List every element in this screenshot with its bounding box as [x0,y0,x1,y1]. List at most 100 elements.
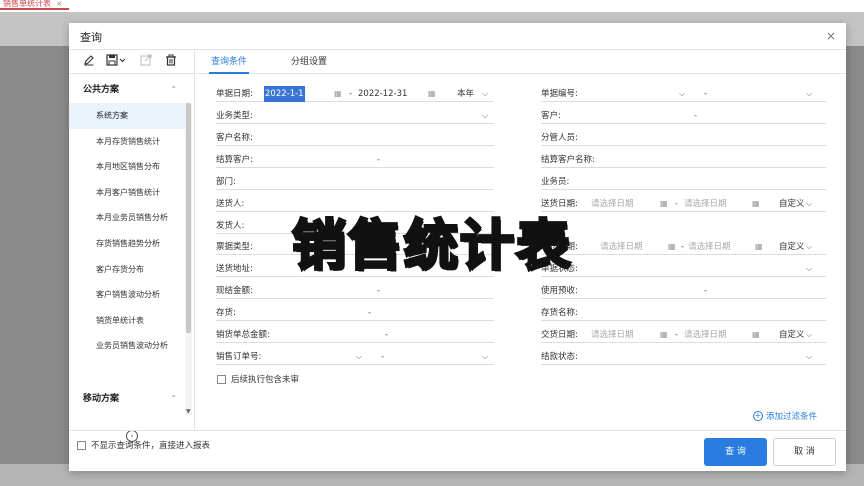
skip-query-option[interactable]: 不显示查询条件，直接进入报表 [77,439,210,451]
calendar-icon[interactable]: ▦ [660,196,668,212]
period-select[interactable]: 自定义 [779,196,805,212]
field-label: 业务员: [541,177,570,187]
save-icon[interactable] [105,54,127,70]
plus-circle-icon: + [753,411,763,421]
settlement-customer-name-field[interactable]: 结算客户名称: [541,152,826,168]
payment-status-field[interactable]: 结款状态: ⌵ [541,349,826,365]
date-to-input[interactable]: 请选择日期 [688,239,731,255]
doc-number-field[interactable]: 单据编号: ⌵ - ⌵ [541,86,826,102]
query-button[interactable]: 查 询 [704,438,767,466]
range-dash: - [704,286,708,296]
include-unaudited-option[interactable]: 后续执行包含未审 [217,372,299,386]
calendar-icon[interactable]: ▦ [660,327,668,343]
delivery-date-field[interactable]: 送货日期: 请选择日期 ▦ - 请选择日期 ▦ 自定义 ⌵ [541,196,826,212]
include-unaudited-checkbox[interactable] [217,374,226,384]
calendar-icon[interactable]: ▦ [752,196,760,212]
chevron-down-icon[interactable]: ⌵ [482,86,488,102]
plan-item[interactable]: 客户存货分布 [69,257,185,283]
date-from-input[interactable]: 2022-1-1 [264,86,305,102]
close-icon[interactable]: × [56,0,63,8]
chevron-down-icon[interactable]: ⌵ [806,86,812,102]
field-label: 业务类型: [216,111,253,121]
chevron-down-icon[interactable]: ⌵ [806,196,812,212]
overlay-caption: 销售统计表 [291,212,572,278]
business-type-field[interactable]: 业务类型: ⌵ [216,108,494,124]
calendar-icon[interactable]: ▦ [428,86,436,102]
customer-name-field[interactable]: 客户名称: [216,130,494,146]
total-amount-field[interactable]: 销货单总金额: - [216,327,494,343]
trash-icon[interactable] [163,54,179,70]
date-to-input[interactable]: 2022-12-31 [358,86,407,102]
customer-field[interactable]: 客户: - [541,108,826,124]
tab-group-settings[interactable]: 分组设置 [289,50,329,74]
plan-item[interactable]: 销货单统计表 [69,308,185,334]
audit-date-field[interactable]: 审核日期: 请选择日期 ▦ - 请选择日期 ▦ 自定义 ⌵ [541,239,826,255]
public-plans-header[interactable]: 公共方案 ⌃ [69,79,185,101]
date-from-input[interactable]: 请选择日期 [591,327,634,343]
sales-order-no-field[interactable]: 销售订单号: ⌵ - ⌵ [216,349,494,365]
period-select[interactable]: 本年 [457,86,474,102]
salesperson-field[interactable]: 业务员: [541,174,826,190]
settlement-customer-field[interactable]: 结算客户: - [216,152,494,168]
doc-date-field[interactable]: 单据日期: 2022-1-1 ▦ - 2022-12-31 ▦ 本年 ⌵ [216,86,494,102]
calendar-icon[interactable]: ▦ [668,239,676,255]
manager-field[interactable]: 分管人员: [541,130,826,146]
date-to-input[interactable]: 请选择日期 [684,196,727,212]
use-prepayment-field[interactable]: 使用预收: - [541,283,826,299]
chevron-down-icon[interactable]: ⌵ [806,239,812,255]
inventory-field[interactable]: 存货: - [216,305,494,321]
plan-item[interactable]: 业务员销售波动分析 [69,333,185,359]
app-tab[interactable]: 销售单统计表 × [0,0,69,10]
pencil-icon[interactable] [81,54,97,70]
period-select[interactable]: 自定义 [779,239,805,255]
plan-item[interactable]: 客户销售波动分析 [69,282,185,308]
range-dash: - [349,89,353,99]
date-from-input[interactable]: 请选择日期 [591,196,634,212]
date-from-input[interactable]: 请选择日期 [600,239,643,255]
field-label: 发货人: [216,221,245,231]
range-dash: - [381,352,385,362]
chevron-down-icon[interactable]: ⌵ [806,327,812,343]
delivery-due-date-field[interactable]: 交货日期: 请选择日期 ▦ - 请选择日期 ▦ 自定义 ⌵ [541,327,826,343]
department-field[interactable]: 部门: [216,174,494,190]
calendar-icon[interactable]: ▦ [755,239,763,255]
field-label: 现结金额: [216,286,253,296]
scroll-thumb[interactable] [186,103,191,333]
cancel-button[interactable]: 取 消 [773,438,836,466]
plan-item-system[interactable]: 系统方案 [69,103,185,129]
period-select[interactable]: 自定义 [779,327,805,343]
plan-scrollbar[interactable]: ▼ [185,103,192,415]
calendar-icon[interactable]: ▦ [334,86,342,102]
plan-item[interactable]: 本月地区销售分布 [69,154,185,180]
inventory-name-field[interactable]: 存货名称: [541,305,826,321]
chevron-down-icon[interactable]: ⌵ [482,108,488,124]
scroll-down-icon[interactable]: ▼ [186,408,191,415]
field-label: 送货人: [216,199,245,209]
chevron-down-icon[interactable]: ⌵ [482,349,488,365]
field-label: 送货地址: [216,264,253,274]
calendar-icon[interactable]: ▦ [752,327,760,343]
close-icon[interactable]: × [826,29,836,43]
add-filter-link[interactable]: + 添加过滤条件 [753,410,817,422]
cash-amount-field[interactable]: 现结金额: - [216,283,494,299]
skip-query-checkbox[interactable] [77,440,86,450]
chevron-up-icon[interactable]: ⌃ [170,79,177,101]
plan-item[interactable]: 本月业务员销售分析 [69,205,185,231]
field-label: 部门: [216,177,236,187]
chevron-down-icon[interactable]: ⌵ [806,349,812,365]
doc-status-field[interactable]: 单据状态: ⌵ [541,261,826,277]
export-icon[interactable] [138,54,154,70]
chevron-up-icon[interactable]: ⌃ [170,388,177,410]
plan-item[interactable]: 本月存货销售统计 [69,129,185,155]
mobile-plans-header[interactable]: 移动方案 ⌃ [69,388,185,410]
app-tab-strip: 销售单统计表 × [0,0,864,12]
chevron-down-icon[interactable]: ⌵ [356,349,362,365]
plan-item[interactable]: 本月客户销售统计 [69,180,185,206]
date-to-input[interactable]: 请选择日期 [684,327,727,343]
chevron-down-icon[interactable]: ⌵ [679,86,685,102]
range-dash: - [675,199,679,209]
chevron-down-icon[interactable]: ⌵ [806,261,812,277]
plan-item[interactable]: 存货销售趋势分析 [69,231,185,257]
tab-query-conditions[interactable]: 查询条件 [209,50,250,74]
skip-query-label: 不显示查询条件，直接进入报表 [91,441,211,451]
